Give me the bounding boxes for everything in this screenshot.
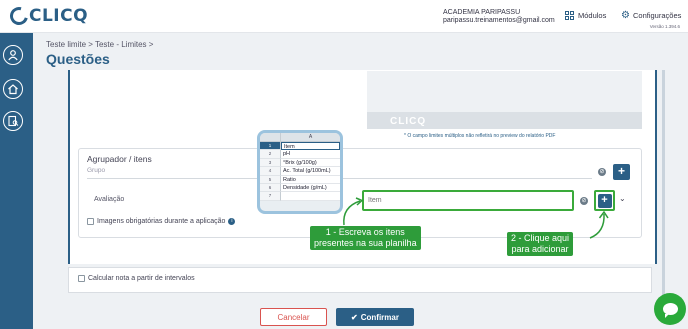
home-icon bbox=[8, 84, 18, 95]
sidebar-item-user[interactable] bbox=[3, 45, 23, 65]
mandatory-images-option[interactable]: Imagens obrigatórias durante a aplicação… bbox=[87, 218, 236, 225]
evaluation-label: Avaliação bbox=[94, 196, 125, 203]
intervals-checkbox[interactable] bbox=[78, 275, 85, 282]
sheet-row: 5 Ratio bbox=[260, 175, 340, 184]
mandatory-images-label: Imagens obrigatórias durante a aplicação bbox=[97, 218, 226, 225]
grid-icon bbox=[565, 11, 574, 20]
step2-callout: 2 - Clique aqui para adicionar bbox=[507, 232, 574, 256]
modules-label: Módulos bbox=[578, 11, 607, 20]
step1-arrow-icon bbox=[343, 197, 364, 226]
sheet-column-header: A bbox=[308, 134, 313, 140]
sheet-row: 7 bbox=[260, 192, 340, 201]
mandatory-images-checkbox[interactable] bbox=[87, 218, 94, 225]
link-icon[interactable]: ⊘ bbox=[598, 168, 606, 176]
info-icon[interactable]: i bbox=[228, 218, 236, 225]
intervals-option[interactable]: Calcular nota a partir de intervalos bbox=[78, 275, 195, 282]
user-icon bbox=[8, 50, 18, 61]
cancel-button[interactable]: Cancelar bbox=[260, 308, 327, 326]
modules-menu[interactable]: Módulos bbox=[565, 11, 606, 20]
app-logo[interactable]: CLICQ bbox=[6, 3, 89, 29]
step1-callout: 1 - Escreva os itens presentes na sua pl… bbox=[310, 226, 421, 250]
settings-label: Configurações bbox=[633, 11, 682, 20]
preview-logo: CLICQ bbox=[390, 116, 427, 127]
sheet-row: 3 °Brix (g/100g) bbox=[260, 158, 340, 168]
group-field[interactable]: Grupo bbox=[87, 167, 105, 174]
add-group-button[interactable]: + bbox=[613, 164, 630, 180]
chat-bubble-icon bbox=[662, 303, 678, 318]
scrollbar[interactable] bbox=[662, 70, 665, 300]
top-bar: CLICQ ACADEMIA PARIPASSU paripassu.trein… bbox=[0, 0, 688, 33]
version-label: Versão 1.394.6 bbox=[649, 24, 680, 29]
sheet-row: 2 pH bbox=[260, 150, 340, 159]
account-info: ACADEMIA PARIPASSU paripassu.treinamento… bbox=[443, 9, 555, 25]
check-icon: ✔ bbox=[351, 312, 358, 322]
chat-button[interactable] bbox=[654, 293, 686, 325]
logo-mark bbox=[6, 3, 32, 29]
intervals-label: Calcular nota a partir de intervalos bbox=[88, 275, 195, 282]
logo-text: CLICQ bbox=[29, 6, 89, 26]
account-email: paripassu.treinamentos@gmail.com bbox=[443, 17, 555, 24]
confirm-button[interactable]: ✔ Confirmar bbox=[336, 308, 414, 326]
chevron-down-icon[interactable]: ⌄ bbox=[619, 194, 626, 203]
confirm-label: Confirmar bbox=[360, 312, 399, 322]
preview-note: * O campo limites múltiplos não refletir… bbox=[404, 133, 556, 139]
checklist-search-icon bbox=[8, 115, 19, 127]
link-icon[interactable]: ⊘ bbox=[580, 197, 588, 205]
gear-icon: ⚙ bbox=[621, 10, 630, 21]
sidebar-item-checklists[interactable] bbox=[3, 111, 23, 131]
sidebar bbox=[0, 33, 33, 329]
account-name: ACADEMIA PARIPASSU bbox=[443, 9, 521, 16]
sidebar-item-home[interactable] bbox=[3, 79, 23, 99]
sheet-row: 1 Item bbox=[260, 142, 340, 151]
group-label: Agrupador / itens bbox=[87, 154, 152, 164]
breadcrumb[interactable]: Teste limite > Teste - Limites > bbox=[46, 40, 153, 49]
page-title: Questões bbox=[46, 51, 110, 67]
sheet-row: 4 Ac. Total (g/100mL) bbox=[260, 167, 340, 176]
item-input[interactable] bbox=[362, 190, 574, 211]
add-item-plus: + bbox=[597, 193, 612, 208]
step2-arrow-icon bbox=[589, 210, 609, 239]
sheet-header: A bbox=[260, 133, 340, 142]
settings-menu[interactable]: ⚙ Configurações bbox=[621, 10, 682, 21]
sheet-row: 6 Densidade (g/mL) bbox=[260, 183, 340, 193]
